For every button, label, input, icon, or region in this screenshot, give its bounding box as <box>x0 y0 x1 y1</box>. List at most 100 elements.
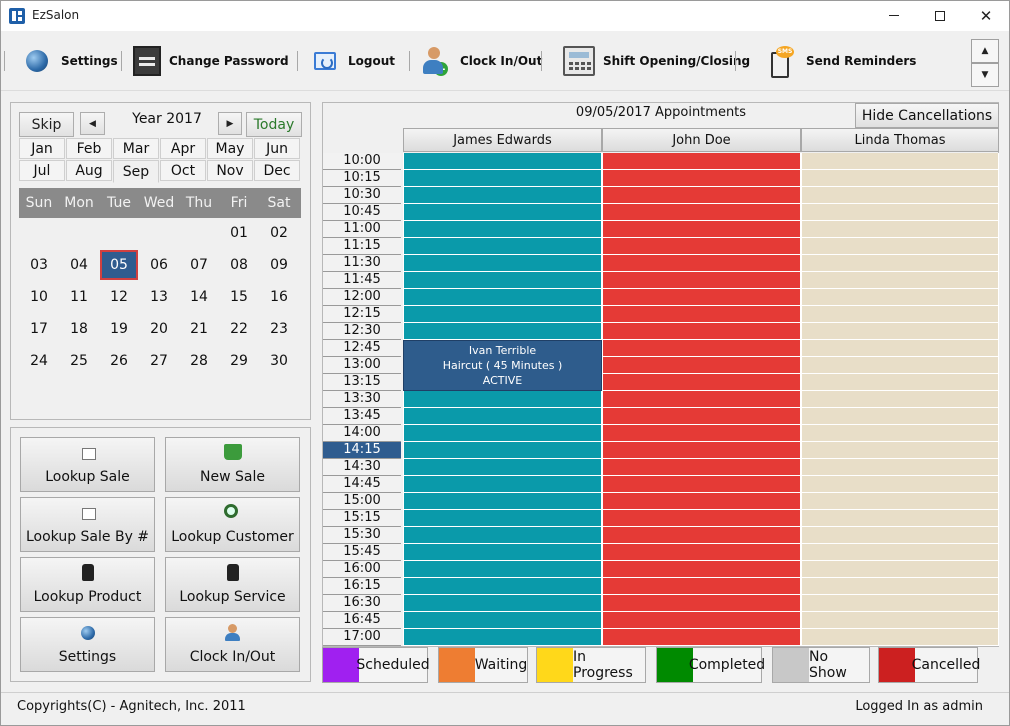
new-sale-button[interactable]: New Sale <box>165 437 300 492</box>
schedule-cell[interactable] <box>403 221 602 238</box>
schedule-cell[interactable] <box>602 442 801 459</box>
calendar-day[interactable]: 28 <box>180 346 218 376</box>
lookup-sale-button[interactable]: Lookup Sale <box>20 437 155 492</box>
schedule-cell[interactable] <box>801 527 999 544</box>
toolbar-scroll-down-button[interactable]: ▼ <box>971 63 999 87</box>
calendar-day[interactable]: 20 <box>140 314 178 344</box>
schedule-cell[interactable] <box>602 255 801 272</box>
schedule-cell[interactable] <box>403 391 602 408</box>
schedule-cell[interactable] <box>801 238 999 255</box>
calendar-day[interactable]: 10 <box>20 282 58 312</box>
schedule-cell[interactable] <box>403 306 602 323</box>
month-jul[interactable]: Jul <box>19 160 65 181</box>
schedule-cell[interactable] <box>801 408 999 425</box>
calendar-day[interactable]: 29 <box>220 346 258 376</box>
month-jun[interactable]: Jun <box>254 138 300 159</box>
lookup-customer-button[interactable]: Lookup Customer <box>165 497 300 552</box>
schedule-cell[interactable] <box>602 204 801 221</box>
calendar-day[interactable]: 15 <box>220 282 258 312</box>
calendar-day[interactable]: 03 <box>20 250 58 280</box>
lookup-sale-by-button[interactable]: Lookup Sale By # <box>20 497 155 552</box>
schedule-cell[interactable] <box>801 510 999 527</box>
schedule-cell[interactable] <box>602 408 801 425</box>
schedule-cell[interactable] <box>801 391 999 408</box>
schedule-cell[interactable] <box>403 629 602 646</box>
schedule-cell[interactable] <box>602 289 801 306</box>
schedule-cell[interactable] <box>602 238 801 255</box>
schedule-cell[interactable] <box>801 544 999 561</box>
schedule-cell[interactable] <box>801 425 999 442</box>
schedule-cell[interactable] <box>403 612 602 629</box>
schedule-cell[interactable] <box>403 425 602 442</box>
calendar-day[interactable]: 13 <box>140 282 178 312</box>
schedule-cell[interactable] <box>403 323 602 340</box>
schedule-cell[interactable] <box>801 612 999 629</box>
schedule-cell[interactable] <box>403 272 602 289</box>
calendar-day[interactable]: 17 <box>20 314 58 344</box>
schedule-cell[interactable] <box>403 442 602 459</box>
close-button[interactable]: ✕ <box>963 0 1009 31</box>
clock-in-out-button[interactable]: Clock In/Out <box>165 617 300 672</box>
schedule-cell[interactable] <box>403 561 602 578</box>
month-aug[interactable]: Aug <box>66 160 112 181</box>
schedule-cell[interactable] <box>403 595 602 612</box>
schedule-cell[interactable] <box>403 476 602 493</box>
schedule-cell[interactable] <box>801 629 999 646</box>
month-dec[interactable]: Dec <box>254 160 300 181</box>
today-button[interactable]: Today <box>246 112 302 137</box>
schedule-cell[interactable] <box>801 272 999 289</box>
schedule-cell[interactable] <box>801 170 999 187</box>
calendar-day[interactable]: 21 <box>180 314 218 344</box>
schedule-cell[interactable] <box>403 544 602 561</box>
schedule-cell[interactable] <box>602 391 801 408</box>
schedule-cell[interactable] <box>602 527 801 544</box>
schedule-cell[interactable] <box>602 510 801 527</box>
calendar-day[interactable]: 26 <box>100 346 138 376</box>
schedule-cell[interactable] <box>801 323 999 340</box>
calendar-day[interactable]: 16 <box>260 282 298 312</box>
schedule-cell[interactable] <box>602 170 801 187</box>
appointment-block[interactable]: Ivan Terrible Haircut ( 45 Minutes ) ACTIV… <box>403 340 602 391</box>
schedule-cell[interactable] <box>801 374 999 391</box>
month-apr[interactable]: Apr <box>160 138 206 159</box>
calendar-day[interactable]: 05 <box>100 250 138 280</box>
prev-year-button[interactable]: ◀ <box>80 112 105 135</box>
schedule-cell[interactable] <box>602 425 801 442</box>
calendar-day[interactable]: 19 <box>100 314 138 344</box>
schedule-cell[interactable] <box>801 442 999 459</box>
toolbar-scroll-up-button[interactable]: ▲ <box>971 39 999 63</box>
schedule-cell[interactable] <box>403 153 602 170</box>
lookup-product-button[interactable]: Lookup Product <box>20 557 155 612</box>
next-year-button[interactable]: ▶ <box>218 112 242 135</box>
maximize-button[interactable] <box>917 0 963 31</box>
calendar-day[interactable]: 07 <box>180 250 218 280</box>
month-oct[interactable]: Oct <box>160 160 206 181</box>
toolbar-change-password-button[interactable]: Change Password <box>133 41 289 81</box>
schedule-cell[interactable] <box>403 204 602 221</box>
schedule-cell[interactable] <box>602 340 801 357</box>
calendar-day[interactable]: 04 <box>60 250 98 280</box>
calendar-day[interactable]: 25 <box>60 346 98 376</box>
toolbar-logout-button[interactable]: Logout <box>314 41 395 81</box>
schedule-cell[interactable] <box>602 221 801 238</box>
toolbar-settings-button[interactable]: Settings <box>26 41 118 81</box>
settings-button[interactable]: Settings <box>20 617 155 672</box>
month-nov[interactable]: Nov <box>207 160 253 181</box>
schedule-cell[interactable] <box>403 255 602 272</box>
calendar-day[interactable]: 06 <box>140 250 178 280</box>
schedule-cell[interactable] <box>602 493 801 510</box>
schedule-cell[interactable] <box>403 170 602 187</box>
schedule-cell[interactable] <box>403 289 602 306</box>
schedule-cell[interactable] <box>602 459 801 476</box>
schedule-cell[interactable] <box>602 306 801 323</box>
month-jan[interactable]: Jan <box>19 138 65 159</box>
schedule-cell[interactable] <box>801 340 999 357</box>
schedule-cell[interactable] <box>801 306 999 323</box>
calendar-day[interactable]: 30 <box>260 346 298 376</box>
schedule-cell[interactable] <box>602 153 801 170</box>
calendar-day[interactable]: 11 <box>60 282 98 312</box>
calendar-day[interactable]: 12 <box>100 282 138 312</box>
schedule-cell[interactable] <box>801 561 999 578</box>
schedule-cell[interactable] <box>602 544 801 561</box>
schedule-cell[interactable] <box>801 493 999 510</box>
